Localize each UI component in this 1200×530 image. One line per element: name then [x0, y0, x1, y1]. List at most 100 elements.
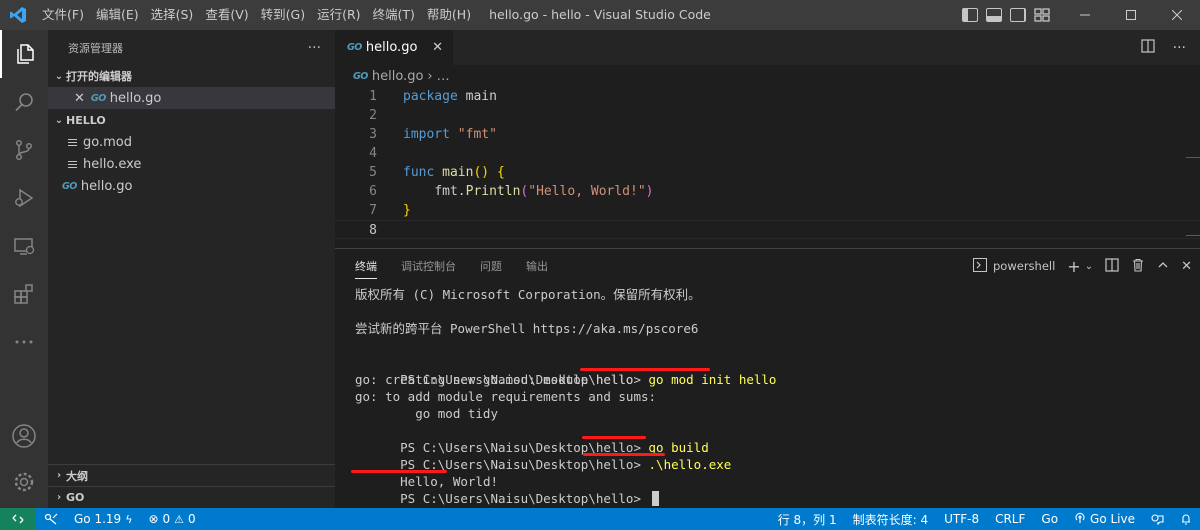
code-bracket: } [403, 203, 411, 218]
menu-view[interactable]: 查看(V) [199, 0, 254, 30]
settings-gear-icon[interactable] [0, 458, 48, 506]
explorer-more-icon[interactable]: ··· [308, 40, 321, 56]
file-name: hello.go [80, 178, 133, 194]
feedback-icon[interactable] [1143, 513, 1172, 525]
indentation[interactable]: 制表符长度: 4 [845, 511, 937, 528]
outline-section[interactable]: › 大纲 [48, 464, 335, 486]
go-version-status[interactable]: Go 1.19 ϟ [66, 512, 140, 526]
toggle-sidebar-icon[interactable] [962, 8, 978, 22]
account-icon[interactable] [0, 412, 48, 460]
terminal-command-line: PS C:\Users\Naisu\Desktop\hello> go buil… [355, 422, 1195, 455]
tab-output[interactable]: 输出 [526, 258, 548, 274]
terminal-line: 版权所有 (C) Microsoft Corporation。保留所有权利。 [355, 287, 701, 302]
terminal-output[interactable]: 版权所有 (C) Microsoft Corporation。保留所有权利。 尝… [351, 286, 1195, 506]
code-keyword: func [403, 165, 435, 180]
line-number: 7 [369, 203, 377, 218]
go-tools-icon[interactable] [36, 513, 66, 525]
breadcrumb-file[interactable]: hello.go [372, 69, 424, 84]
minimap-marker [1186, 235, 1200, 236]
menu-go[interactable]: 转到(G) [255, 0, 311, 30]
close-editor-icon[interactable]: ✕ [74, 91, 85, 106]
trash-icon[interactable] [1131, 258, 1145, 275]
go-live-status[interactable]: Go Live [1066, 512, 1143, 527]
terminal-command-line: PS C:\Users\Naisu\Desktop\hello> [355, 473, 1195, 506]
encoding[interactable]: UTF-8 [936, 512, 987, 526]
breadcrumb-rest[interactable]: … [437, 69, 450, 84]
panel-tabs: 终端 调试控制台 问题 输出 [355, 249, 548, 283]
open-editor-item[interactable]: ✕ GO hello.go [48, 87, 335, 109]
toggle-panel-icon[interactable] [986, 8, 1002, 22]
error-icon: ⊗ [148, 512, 159, 526]
tab-hello-go[interactable]: GO hello.go ✕ [335, 30, 453, 65]
current-code-line: 8 [335, 220, 1200, 239]
maximize-panel-icon[interactable] [1157, 259, 1169, 274]
line-ending[interactable]: CRLF [987, 512, 1033, 526]
run-debug-icon[interactable] [0, 174, 48, 222]
chevron-right-icon: › [427, 68, 433, 84]
terminal-line: Hello, World! [351, 456, 1195, 489]
split-terminal-icon[interactable] [1105, 257, 1119, 275]
activity-bar [0, 30, 48, 508]
editor-tabs: GO hello.go ✕ ··· [335, 30, 1200, 65]
close-tab-icon[interactable]: ✕ [432, 40, 443, 55]
error-count: 0 [162, 512, 171, 526]
breadcrumb: GO hello.go › … [335, 65, 1200, 87]
menu-terminal[interactable]: 终端(T) [367, 0, 421, 30]
tab-problems[interactable]: 问题 [480, 258, 502, 274]
search-icon[interactable] [0, 78, 48, 126]
explorer-sidebar: 资源管理器 ··· ⌄ 打开的编辑器 ✕ GO hello.go ⌄ HELLO… [48, 30, 335, 508]
menu-file[interactable]: 文件(F) [36, 0, 90, 30]
code-line: 4 [335, 144, 1200, 163]
code-editor[interactable]: 1 package main 2 3 import "fmt" 4 5 func… [335, 87, 1200, 242]
explorer-title: 资源管理器 [68, 41, 123, 55]
split-editor-icon[interactable] [1141, 38, 1155, 57]
close-window-icon[interactable] [1154, 0, 1200, 30]
window-controls [1062, 0, 1200, 30]
menu-edit[interactable]: 编辑(E) [90, 0, 145, 30]
minimize-icon[interactable] [1062, 0, 1108, 30]
explorer-icon[interactable] [0, 30, 48, 78]
line-number: 6 [369, 184, 377, 199]
more-icon[interactable] [0, 318, 48, 366]
menu-help[interactable]: 帮助(H) [421, 0, 477, 30]
shell-name[interactable]: powershell [993, 259, 1055, 273]
notifications-bell-icon[interactable] [1172, 513, 1200, 525]
editor-more-icon[interactable]: ··· [1173, 40, 1186, 56]
file-name: go.mod [83, 134, 132, 150]
tab-terminal[interactable]: 终端 [355, 258, 377, 279]
file-item-hello-go[interactable]: GO hello.go [48, 175, 335, 197]
terminal-command-line: PS C:\Users\Naisu\Desktop\hello> go mod … [355, 354, 1195, 387]
chevron-down-icon: ⌄ [54, 114, 64, 126]
minimap-marker [1186, 157, 1200, 158]
source-control-icon[interactable] [0, 126, 48, 174]
remote-indicator-icon[interactable] [0, 508, 36, 530]
menu-selection[interactable]: 选择(S) [145, 0, 200, 30]
cursor-position[interactable]: 行 8，列 1 [770, 511, 845, 528]
lightning-icon: ϟ [125, 512, 133, 526]
toggle-secondary-sidebar-icon[interactable] [1010, 8, 1026, 22]
tab-debug-console[interactable]: 调试控制台 [401, 258, 456, 274]
file-item-hello-exe[interactable]: hello.exe [48, 153, 335, 175]
close-panel-icon[interactable]: ✕ [1181, 259, 1192, 274]
new-terminal-icon[interactable]: + [1067, 257, 1080, 276]
terminal-cursor [651, 491, 659, 506]
problems-status[interactable]: ⊗ 0 ⚠ 0 [140, 512, 203, 526]
go-file-icon: GO [347, 42, 362, 53]
menu-run[interactable]: 运行(R) [311, 0, 366, 30]
go-section[interactable]: › GO [48, 486, 335, 508]
language-mode[interactable]: Go [1033, 512, 1066, 526]
remote-explorer-icon[interactable] [0, 222, 48, 270]
folder-section[interactable]: ⌄ HELLO [48, 109, 335, 131]
line-number: 2 [369, 108, 377, 123]
chevron-down-icon[interactable]: ⌄ [1085, 261, 1093, 272]
explorer-header: 资源管理器 ··· [48, 30, 335, 65]
warning-icon: ⚠ [174, 512, 185, 526]
code-line: 6 fmt.Println("Hello, World!") [335, 182, 1200, 201]
maximize-icon[interactable] [1108, 0, 1154, 30]
file-item-go-mod[interactable]: go.mod [48, 131, 335, 153]
open-editors-section[interactable]: ⌄ 打开的编辑器 [48, 65, 335, 87]
customize-layout-icon[interactable] [1034, 8, 1050, 22]
extensions-icon[interactable] [0, 270, 48, 318]
